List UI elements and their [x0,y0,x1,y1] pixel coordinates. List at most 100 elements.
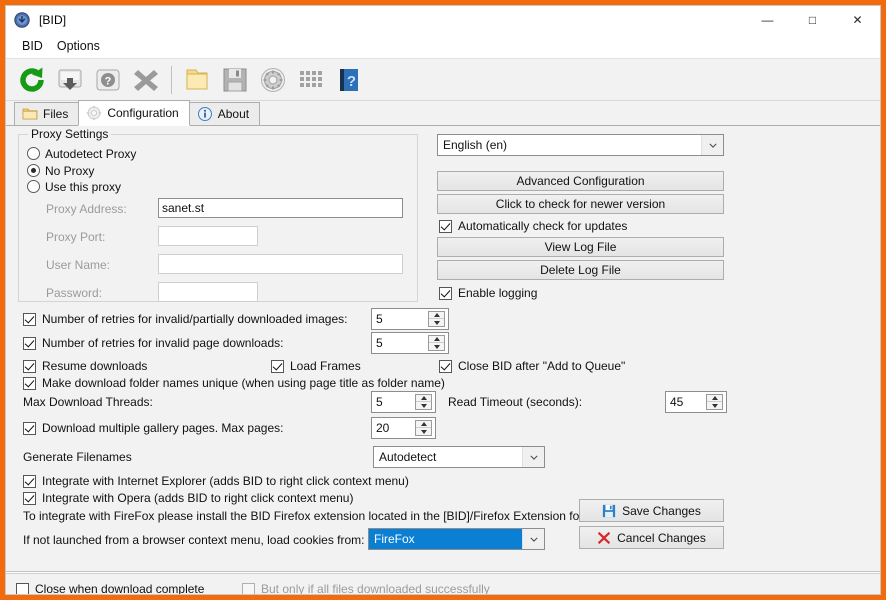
spinner-buttons[interactable] [428,335,445,351]
checkbox-indicator [23,421,36,435]
status-bar-divider [6,573,880,574]
spinner-down-icon[interactable] [416,402,431,409]
toolbar-save-button[interactable] [216,61,254,99]
spinner-up-icon[interactable] [429,312,444,319]
toolbar-delete-button[interactable] [127,61,165,99]
toolbar-download-button[interactable] [51,61,89,99]
spinner-down-icon[interactable] [429,343,444,350]
close-when-complete-checkbox[interactable]: Close when download complete [16,582,205,595]
radio-autodetect-proxy[interactable]: Autodetect Proxy [27,145,136,162]
checkbox-indicator [23,491,36,505]
close-after-queue-checkbox[interactable]: Close BID after "Add to Queue" [439,359,625,373]
menu-item-options[interactable]: Options [50,37,107,55]
maximize-icon: □ [808,13,817,27]
spinner-down-icon[interactable] [707,402,722,409]
view-log-file-button[interactable]: View Log File [437,237,724,257]
max-download-threads-spinner[interactable]: 5 [371,391,436,413]
load-frames-checkbox[interactable]: Load Frames [271,359,361,373]
toolbar-grid-button[interactable] [292,61,330,99]
retries-pages-checkbox[interactable]: Number of retries for invalid page downl… [23,336,283,350]
tab-files[interactable]: Files [14,102,80,125]
enable-logging-label: Enable logging [458,286,538,300]
tab-strip: Files Configuration About [6,100,880,126]
spinner-down-icon[interactable] [416,428,431,435]
spinner-up-icon[interactable] [707,395,722,402]
proxy-address-input[interactable]: sanet.st [158,198,403,218]
load-frames-label: Load Frames [290,359,361,373]
spinner-buttons[interactable] [706,394,723,410]
toolbar-open-folder-button[interactable] [178,61,216,99]
radio-use-this-proxy[interactable]: Use this proxy [27,178,121,195]
auto-check-updates-checkbox[interactable]: Automatically check for updates [439,219,627,233]
svg-text:?: ? [347,73,356,90]
tab-files-label: Files [43,107,69,121]
window-controls: — □ ✕ [745,6,880,34]
toolbar: ? ? [6,58,880,101]
multi-gallery-spinner[interactable]: 20 [371,417,436,439]
spinner-up-icon[interactable] [416,421,431,428]
multi-gallery-value: 20 [376,421,390,435]
configuration-pane: Proxy Settings Autodetect Proxy No Proxy… [6,126,880,572]
save-changes-label: Save Changes [622,503,701,518]
tab-configuration[interactable]: Configuration [78,100,190,126]
save-disk-icon [223,68,247,91]
delete-log-file-button[interactable]: Delete Log File [437,260,724,280]
application-window: [BID] — □ ✕ BID Options ? ? Files Config… [0,0,886,600]
resume-downloads-checkbox[interactable]: Resume downloads [23,359,147,373]
grid-icon [300,70,322,87]
checkbox-indicator [439,359,452,373]
read-timeout-spinner[interactable]: 45 [665,391,727,413]
toolbar-help-button[interactable]: ? [89,61,127,99]
tab-about[interactable]: About [188,102,261,125]
folder-icon [22,108,38,120]
enable-logging-checkbox[interactable]: Enable logging [439,286,537,300]
integrate-opera-checkbox[interactable]: Integrate with Opera (adds BID to right … [23,491,353,505]
resume-downloads-label: Resume downloads [42,359,148,373]
multi-gallery-checkbox[interactable]: Download multiple gallery pages. Max pag… [23,421,283,435]
generate-filenames-label: Generate Filenames [23,450,132,464]
advanced-configuration-label: Advanced Configuration [516,174,645,188]
close-when-complete-label: Close when download complete [35,582,205,595]
minimize-button[interactable]: — [745,6,790,34]
spinner-down-icon[interactable] [429,319,444,326]
window-title: [BID] [39,13,67,27]
integrate-ie-checkbox[interactable]: Integrate with Internet Explorer (adds B… [23,474,409,488]
maximize-button[interactable]: □ [790,6,835,34]
menu-item-bid[interactable]: BID [15,37,50,55]
load-cookies-label: If not launched from a browser context m… [23,533,365,547]
check-newer-version-button[interactable]: Click to check for newer version [437,194,724,214]
retries-images-checkbox[interactable]: Number of retries for invalid/partially … [23,312,347,326]
cancel-changes-button[interactable]: Cancel Changes [579,526,724,549]
advanced-configuration-button[interactable]: Advanced Configuration [437,171,724,191]
close-icon: ✕ [852,13,863,27]
close-button[interactable]: ✕ [835,6,880,34]
retries-pages-label: Number of retries for invalid page downl… [42,336,284,350]
password-input[interactable] [158,282,258,302]
tab-about-label: About [217,107,250,121]
load-cookies-combobox[interactable]: FireFox [368,528,545,550]
spinner-up-icon[interactable] [416,395,431,402]
toolbar-settings-button[interactable] [254,61,292,99]
radio-autodetect-proxy-label: Autodetect Proxy [45,146,137,161]
language-combobox[interactable]: English (en) [437,134,724,156]
unique-folder-names-checkbox[interactable]: Make download folder names unique (when … [23,376,445,390]
retries-images-spinner[interactable]: 5 [371,308,449,330]
spinner-buttons[interactable] [415,394,432,410]
proxy-port-input[interactable] [158,226,258,246]
toolbar-refresh-button[interactable] [13,61,51,99]
spinner-up-icon[interactable] [429,336,444,343]
folder-icon [186,69,208,89]
toolbar-manual-button[interactable]: ? [330,61,368,99]
spinner-buttons[interactable] [415,420,432,436]
retries-pages-spinner[interactable]: 5 [371,332,449,354]
generate-filenames-combobox[interactable]: Autodetect [373,446,545,468]
checkbox-indicator [23,474,36,488]
spinner-buttons[interactable] [428,311,445,327]
retries-images-label: Number of retries for invalid/partially … [42,312,348,326]
proxy-address-label: Proxy Address: [46,202,127,216]
help-disk-icon: ? [96,69,120,90]
radio-no-proxy[interactable]: No Proxy [27,162,94,179]
checkbox-indicator [271,359,284,373]
user-name-input[interactable] [158,254,403,274]
save-changes-button[interactable]: Save Changes [579,499,724,522]
